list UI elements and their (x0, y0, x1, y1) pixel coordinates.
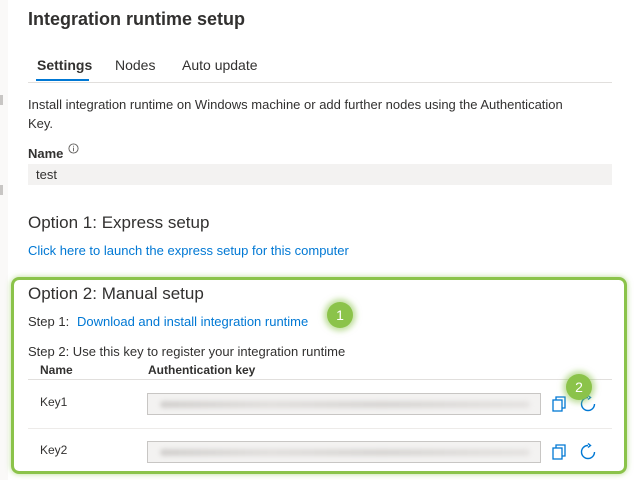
tab-auto-update[interactable]: Auto update (182, 57, 258, 73)
setup-description: Install integration runtime on Windows m… (28, 97, 563, 131)
name-field: test (28, 164, 612, 185)
copy-icon[interactable] (550, 443, 568, 461)
option2-title: Option 2: Manual setup (28, 284, 204, 303)
key2-field (147, 441, 541, 463)
table-row-divider (28, 428, 612, 429)
left-edge-marker (0, 185, 3, 195)
column-header-name: Name (40, 363, 73, 377)
obscured-key (160, 401, 530, 408)
left-edge-panel (0, 0, 8, 480)
left-edge-marker (0, 95, 3, 105)
page-title: Integration runtime setup (28, 9, 246, 29)
option1-title: Option 1: Express setup (28, 213, 210, 232)
download-runtime-link[interactable]: Download and install integration runtime (77, 314, 308, 329)
tab-nodes[interactable]: Nodes (115, 57, 155, 73)
express-setup-link[interactable]: Click here to launch the express setup f… (28, 243, 349, 258)
table-row-key2-name: Key2 (40, 443, 68, 457)
callout-badge-1: 1 (327, 302, 353, 328)
table-header-divider (28, 379, 612, 380)
step2-label: Step 2: Use this key to register your in… (28, 344, 346, 359)
key1-field (147, 393, 541, 415)
tab-settings[interactable]: Settings (37, 57, 92, 73)
column-header-auth-key: Authentication key (148, 363, 256, 377)
info-icon[interactable] (68, 143, 79, 154)
table-row-key1-name: Key1 (40, 395, 68, 409)
step1-label: Step 1: (28, 314, 70, 329)
callout-badge-2: 2 (566, 374, 592, 400)
name-label: Name (28, 146, 64, 161)
obscured-key (160, 449, 530, 456)
copy-icon[interactable] (550, 395, 568, 413)
refresh-icon[interactable] (579, 443, 597, 461)
tab-bar: Settings Nodes Auto update (28, 56, 612, 83)
active-tab-indicator (36, 79, 89, 81)
